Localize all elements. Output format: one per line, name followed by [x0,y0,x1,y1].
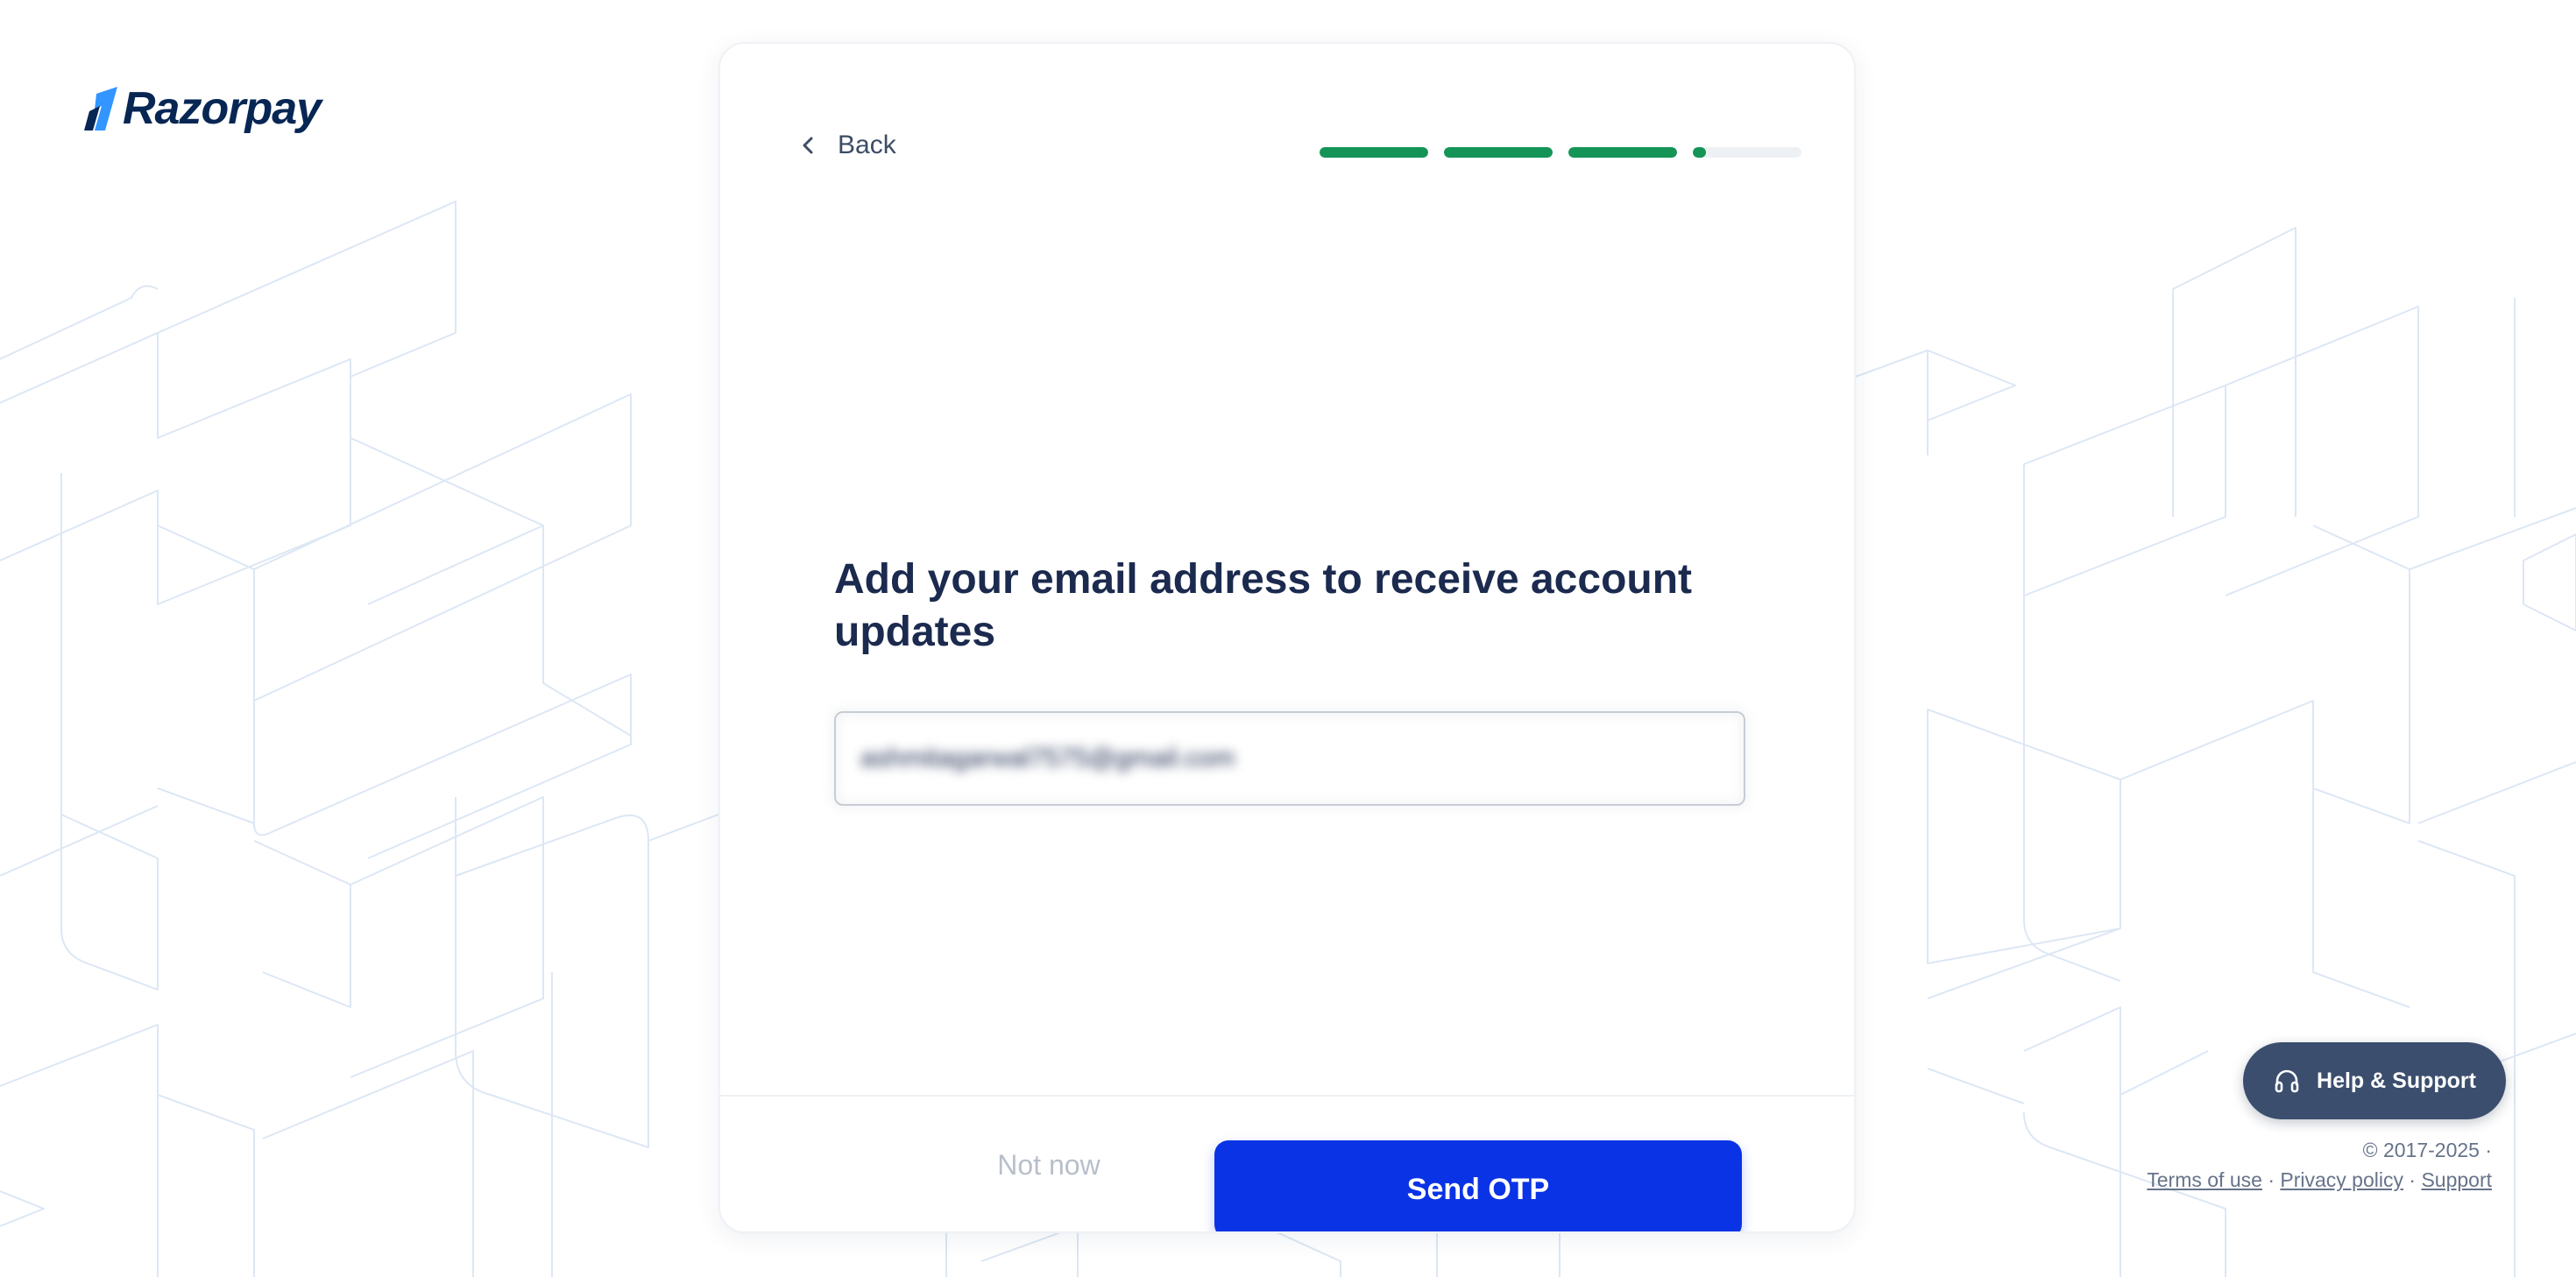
page: Razorpay Back Add your email address to … [0,0,2576,1277]
progress-segment-fill [1568,147,1677,158]
email-field[interactable] [834,711,1745,806]
razorpay-logo[interactable]: Razorpay [84,82,322,135]
back-button[interactable]: Back [799,130,896,161]
progress-segment-fill [1444,147,1553,158]
razorpay-logo-text: Razorpay [123,83,322,134]
help-support-button[interactable]: Help & Support [2243,1042,2506,1119]
send-otp-button[interactable]: Send OTP [1214,1140,1742,1231]
razorpay-logo-icon [84,87,117,131]
progress-segment [1320,147,1428,158]
progress-segment [1444,147,1553,158]
chevron-left-icon [803,137,813,154]
page-footer: © 2017-2025 · Terms of use · Privacy pol… [2147,1135,2492,1195]
progress-segment-fill [1693,147,1706,158]
headphones-icon [2275,1069,2299,1093]
back-label: Back [838,131,896,159]
footer-separator: · [2268,1168,2275,1191]
progress-segment [1568,147,1677,158]
progress-segment [1693,147,1801,158]
progress-segment-fill [1320,147,1428,158]
terms-link[interactable]: Terms of use [2147,1168,2262,1191]
card-header: Back [720,44,1854,184]
email-card: Back Add your email address to receive a… [718,42,1856,1233]
not-now-button[interactable]: Not now [895,1139,1202,1191]
copyright-text: © 2017-2025 · [2362,1139,2492,1161]
privacy-link[interactable]: Privacy policy [2280,1168,2403,1191]
card-footer: Not now Send OTP [720,1095,1854,1231]
help-support-label: Help & Support [2317,1068,2476,1093]
progress-bar [1320,147,1801,158]
support-link[interactable]: Support [2421,1168,2492,1191]
page-title: Add your email address to receive accoun… [834,556,1693,655]
footer-link-row: Terms of use · Privacy policy · Support [2147,1165,2492,1195]
footer-separator: · [2409,1168,2417,1191]
